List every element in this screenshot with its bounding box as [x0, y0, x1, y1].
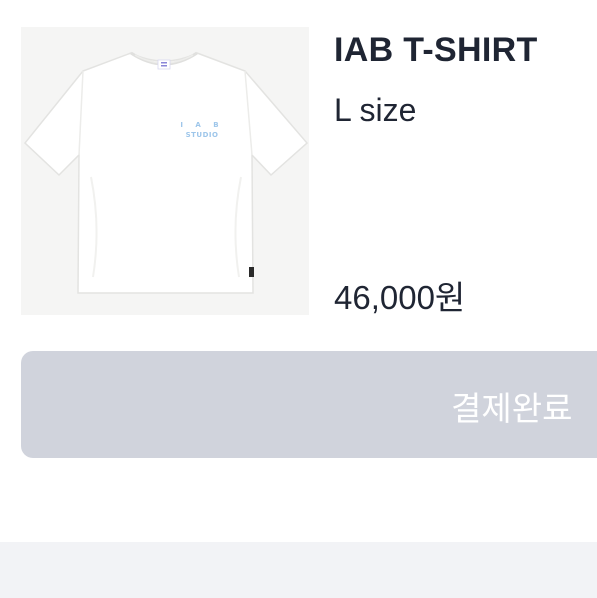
svg-text:STUDIO: STUDIO — [186, 131, 219, 139]
order-item-card: I A B STUDIO IAB T-SHIRT L size 46,000원 … — [0, 0, 597, 494]
product-price: 46,000원 — [334, 279, 466, 316]
payment-complete-button[interactable]: 결제완료 — [21, 351, 597, 458]
product-option: L size — [334, 92, 417, 128]
product-image: I A B STUDIO — [21, 27, 309, 315]
product-name: IAB T-SHIRT — [334, 31, 538, 69]
svg-text:I A B: I A B — [180, 121, 223, 129]
blank-row — [0, 494, 597, 542]
tshirt-icon: I A B STUDIO — [21, 27, 309, 315]
payment-complete-label: 결제완료 — [451, 389, 573, 428]
